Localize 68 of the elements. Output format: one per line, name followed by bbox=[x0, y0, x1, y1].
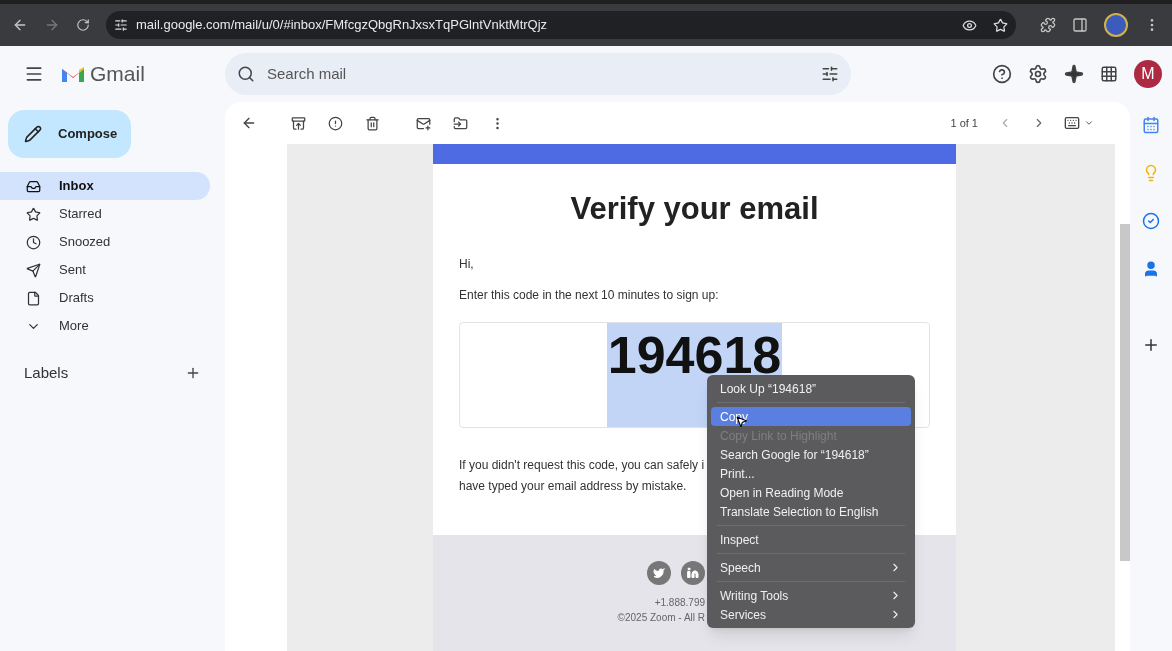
calendar-button[interactable] bbox=[1142, 116, 1160, 134]
menu-item[interactable]: Translate Selection to English bbox=[711, 502, 911, 521]
nav-item[interactable]: Inbox bbox=[0, 172, 210, 200]
menu-item[interactable]: Print... bbox=[711, 464, 911, 483]
side-panel-button[interactable] bbox=[1072, 17, 1088, 33]
menu-item[interactable]: Services bbox=[711, 605, 911, 624]
clock-icon bbox=[26, 234, 41, 250]
nav-item[interactable]: More bbox=[0, 312, 210, 340]
menu-button[interactable] bbox=[24, 64, 44, 84]
url-text: mail.google.com/mail/u/0/#inbox/FMfcgzQbgRnJxsxTqPGlntVnktMtrQjz bbox=[136, 16, 548, 35]
nav-item[interactable]: Drafts bbox=[0, 284, 210, 312]
menu-item[interactable]: Inspect bbox=[711, 530, 911, 549]
apps-button[interactable] bbox=[1100, 65, 1118, 83]
instruction-text: Enter this code in the next 10 minutes to sign up: bbox=[459, 286, 720, 304]
filter-icon bbox=[821, 65, 839, 83]
account-avatar[interactable]: M bbox=[1134, 60, 1162, 88]
add-addon-button[interactable] bbox=[1142, 336, 1160, 354]
app-name: Gmail bbox=[90, 61, 145, 88]
pencil-icon bbox=[24, 125, 42, 143]
contacts-button[interactable] bbox=[1142, 260, 1160, 278]
send-icon bbox=[26, 262, 41, 278]
file-icon bbox=[26, 290, 41, 306]
linkedin-icon[interactable] bbox=[681, 560, 705, 585]
help-button[interactable] bbox=[992, 64, 1012, 84]
search-field[interactable]: Search mail bbox=[267, 62, 809, 86]
compose-button[interactable]: Compose bbox=[8, 110, 131, 158]
notice-text: If you didn't request this code, you can safely i bbox=[459, 456, 705, 474]
keyboard-icon bbox=[1064, 115, 1080, 131]
email-title: Verify your email bbox=[569, 190, 820, 228]
back-button[interactable] bbox=[12, 17, 28, 33]
menu-item[interactable]: Writing Tools bbox=[711, 586, 911, 605]
menu-item[interactable]: Search Google for “194618” bbox=[711, 445, 911, 464]
eye-icon bbox=[962, 17, 977, 33]
inbox-icon bbox=[26, 178, 41, 194]
move-to-button[interactable] bbox=[453, 115, 468, 131]
nav-item[interactable]: Snoozed bbox=[0, 228, 210, 256]
back-button[interactable] bbox=[241, 115, 257, 131]
settings-button[interactable] bbox=[1028, 64, 1048, 84]
search-bar[interactable]: Search mail bbox=[225, 53, 851, 95]
copyright-text: ©2025 Zoom - All R bbox=[617, 610, 705, 625]
nav-item[interactable]: Starred bbox=[0, 200, 210, 228]
archive-button[interactable] bbox=[291, 115, 306, 131]
twitter-icon[interactable] bbox=[647, 560, 671, 585]
report-spam-button[interactable] bbox=[328, 115, 343, 131]
search-icon bbox=[237, 65, 255, 83]
notice-text: have typed your email address by mistake. bbox=[459, 477, 687, 495]
bookmark-icon bbox=[993, 17, 1008, 33]
menu-item[interactable]: Speech bbox=[711, 558, 911, 577]
caret-icon bbox=[1084, 118, 1094, 128]
star-icon bbox=[26, 206, 41, 222]
menu-item[interactable]: Open in Reading Mode bbox=[711, 483, 911, 502]
labels-heading: Labels bbox=[24, 363, 69, 383]
address-bar[interactable]: mail.google.com/mail/u/0/#inbox/FMfcgzQbgRnJxsxTqPGlntVnktMtrQjz bbox=[106, 11, 1016, 39]
site-settings-icon bbox=[114, 18, 128, 32]
pager-text: 1 of 1 bbox=[950, 115, 978, 131]
sparkle-button[interactable] bbox=[1064, 64, 1084, 84]
profile-avatar[interactable] bbox=[1104, 13, 1128, 37]
reload-button[interactable] bbox=[76, 18, 90, 32]
greeting-text: Hi, bbox=[459, 255, 475, 273]
input-tools-button[interactable] bbox=[1064, 115, 1094, 131]
mark-unread-button[interactable] bbox=[416, 115, 431, 131]
nav-item[interactable]: Sent bbox=[0, 256, 210, 284]
tasks-button[interactable] bbox=[1142, 212, 1160, 230]
delete-button[interactable] bbox=[365, 115, 380, 131]
gmail-logo-icon bbox=[60, 64, 86, 84]
extensions-button[interactable] bbox=[1040, 17, 1056, 33]
phone-text: +1.888.799 bbox=[654, 595, 705, 610]
forward-button[interactable] bbox=[44, 17, 60, 33]
